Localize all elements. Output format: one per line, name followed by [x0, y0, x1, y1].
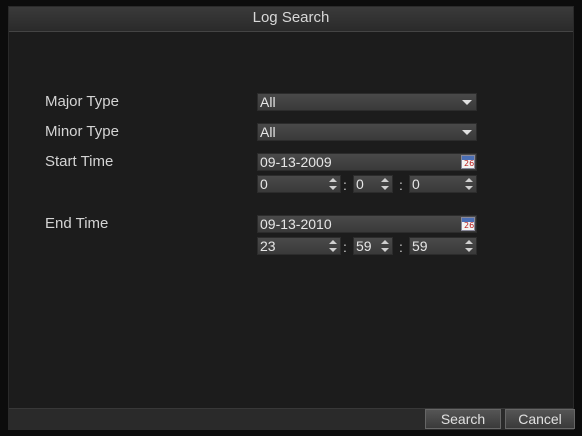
minor-type-value: All	[260, 124, 276, 140]
minor-type-label: Minor Type	[45, 123, 119, 140]
spin-arrows-icon[interactable]	[381, 240, 389, 252]
major-type-select[interactable]: All	[257, 93, 477, 111]
cancel-button[interactable]: Cancel	[505, 409, 575, 429]
calendar-icon[interactable]: 26	[461, 155, 475, 169]
spin-arrows-icon[interactable]	[381, 178, 389, 190]
time-separator: :	[343, 239, 347, 255]
end-hour-value: 23	[260, 238, 276, 254]
start-date-value: 09-13-2009	[260, 154, 332, 170]
start-minute-value: 0	[356, 176, 364, 192]
end-hour-spinner[interactable]: 23	[257, 237, 341, 255]
end-date-value: 09-13-2010	[260, 216, 332, 232]
start-second-spinner[interactable]: 0	[409, 175, 477, 193]
major-type-value: All	[260, 94, 276, 110]
end-minute-value: 59	[356, 238, 372, 254]
start-hour-value: 0	[260, 176, 268, 192]
time-separator: :	[399, 239, 403, 255]
major-type-label: Major Type	[45, 93, 119, 110]
end-second-spinner[interactable]: 59	[409, 237, 477, 255]
spin-arrows-icon[interactable]	[465, 178, 473, 190]
start-hour-spinner[interactable]: 0	[257, 175, 341, 193]
end-date-field[interactable]: 09-13-2010 26	[257, 215, 477, 233]
search-button[interactable]: Search	[425, 409, 501, 429]
spin-arrows-icon[interactable]	[329, 178, 337, 190]
log-search-dialog: Log Search Major Type All Minor Type All…	[8, 6, 575, 430]
time-separator: :	[343, 177, 347, 193]
end-time-label: End Time	[45, 215, 109, 232]
start-minute-spinner[interactable]: 0	[353, 175, 393, 193]
minor-type-select[interactable]: All	[257, 123, 477, 141]
end-minute-spinner[interactable]: 59	[353, 237, 393, 255]
chevron-down-icon	[462, 100, 472, 105]
spin-arrows-icon[interactable]	[465, 240, 473, 252]
calendar-icon[interactable]: 26	[461, 217, 475, 231]
time-separator: :	[399, 177, 403, 193]
start-second-value: 0	[412, 176, 420, 192]
dialog-title: Log Search	[9, 7, 573, 32]
end-second-value: 59	[412, 238, 428, 254]
start-time-label: Start Time	[45, 153, 114, 170]
chevron-down-icon	[462, 130, 472, 135]
start-date-field[interactable]: 09-13-2009 26	[257, 153, 477, 171]
spin-arrows-icon[interactable]	[329, 240, 337, 252]
